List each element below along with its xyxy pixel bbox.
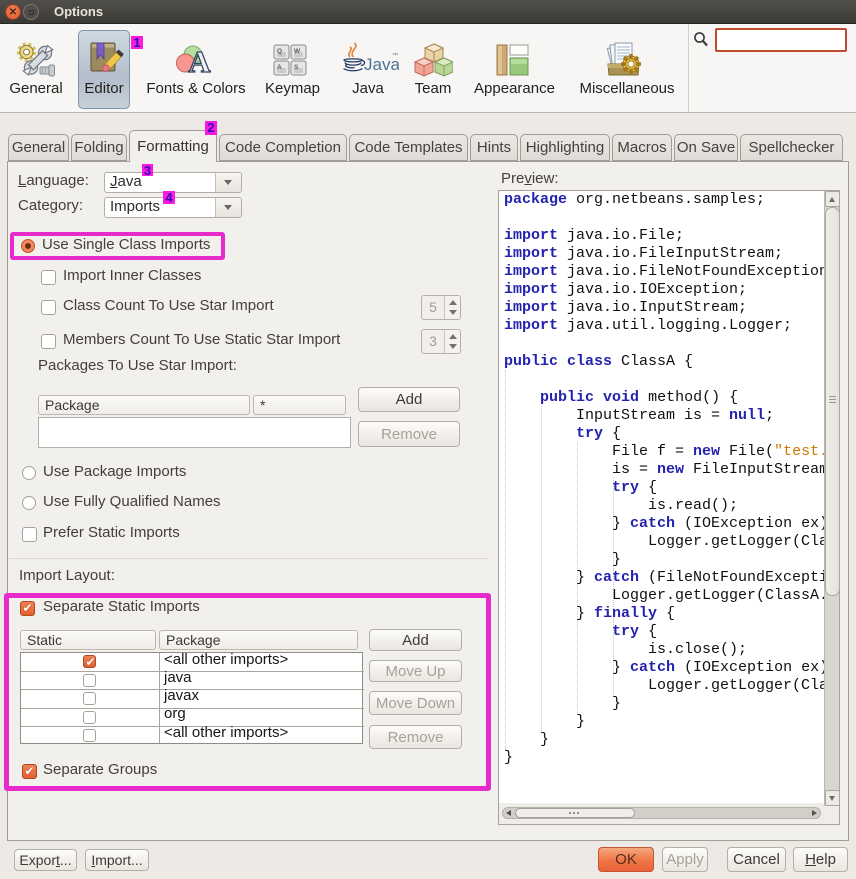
- svg-text:A: A: [188, 44, 211, 76]
- svg-text:W: W: [294, 48, 301, 55]
- svg-text:™: ™: [392, 52, 398, 59]
- svg-text:A: A: [277, 64, 282, 71]
- svg-text:Q: Q: [277, 48, 282, 55]
- svg-text:S: S: [294, 64, 299, 71]
